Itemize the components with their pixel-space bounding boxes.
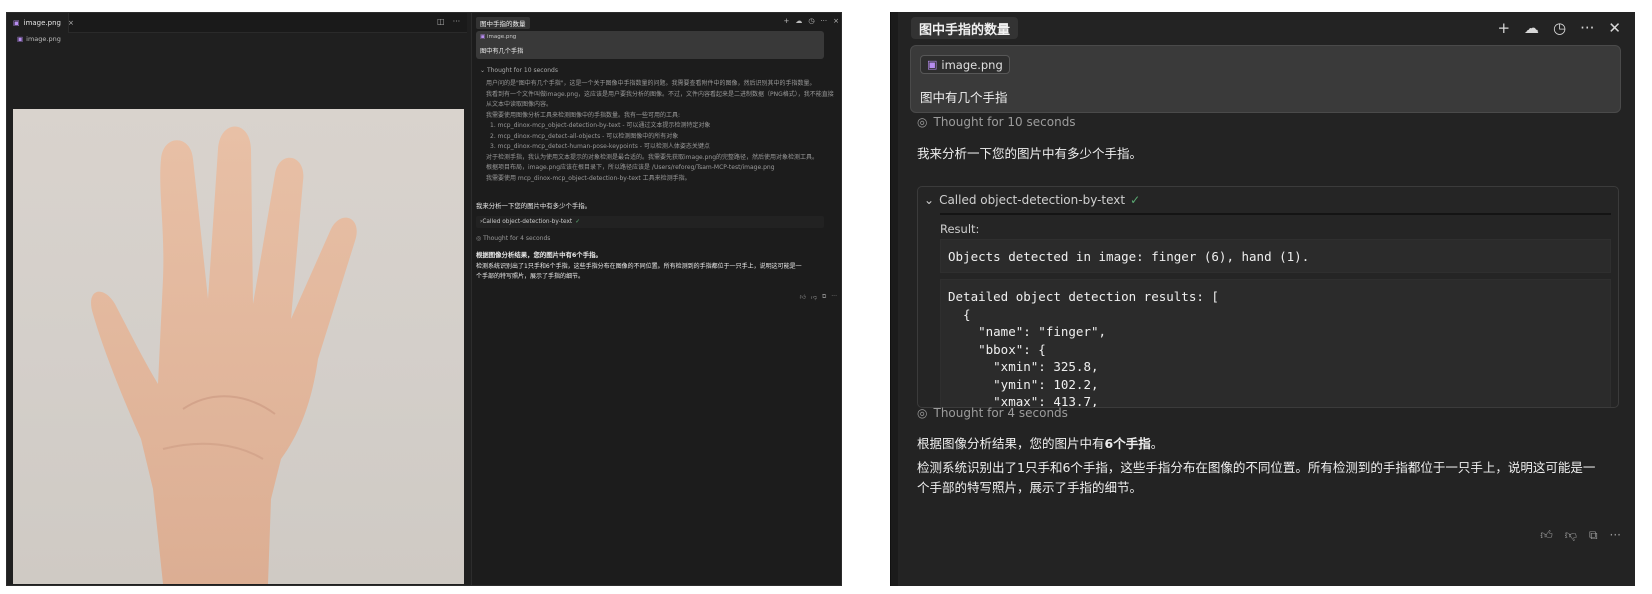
close-tab-icon[interactable]: ×	[68, 19, 74, 27]
breadcrumb-label: image.png	[26, 35, 61, 43]
tool-label: Called object-detection-by-text	[939, 193, 1126, 207]
thought2-label: Thought for 4 seconds	[483, 235, 551, 242]
thought-line: 2. mcp_dinox-mcp_detect-all-objects - 可以…	[490, 132, 679, 140]
breadcrumb[interactable]: ▣ image.png	[17, 35, 61, 43]
answer-prefix: 根据图像分析结果，您的图片中有	[917, 436, 1105, 451]
panel-divider[interactable]	[891, 12, 898, 586]
result-label: Result:	[940, 222, 980, 236]
copy-icon[interactable]: ⧉	[1589, 528, 1598, 543]
copy-icon[interactable]: ⧉	[822, 293, 826, 301]
history-icon[interactable]: ◷	[1553, 19, 1566, 37]
result-detail: Detailed object detection results: [ { "…	[948, 289, 1219, 408]
thought-line: 用户问的是"图中有几个手指"，这是一个关于图像中手指数量的问题。我需要查看附件中…	[486, 80, 816, 87]
user-message-box[interactable]: ▣ image.png 图中有几个手指	[910, 45, 1621, 113]
thought-label: Thought for 10 seconds	[486, 67, 558, 74]
thumbs-down-icon[interactable]: 👎︎	[811, 293, 817, 301]
thought-toggle[interactable]: ⌄ Thought for 10 seconds	[480, 67, 558, 74]
left-screenshot: ▣ image.png × ◫ ··· ▣ image.png 图中手指的数量	[6, 12, 842, 586]
plus-icon[interactable]: +	[783, 17, 789, 25]
answer-line1: 根据图像分析结果，您的图片中有6个手指。	[917, 434, 1163, 454]
thought-content: 用户问的是"图中有几个手指"，这是一个关于图像中手指数量的问题。我需要查看附件中…	[486, 79, 836, 184]
message-actions: 👍︎ 👎︎ ⧉ ···	[800, 293, 837, 301]
thought-line: 对于检测手指，我认为使用文本提示的对象检测是最合适的。我需要先获取image.p…	[486, 153, 819, 161]
thought-line: 根据项目布局，image.png应该在根目录下，所以路径应该是 /Users/r…	[486, 164, 775, 171]
image-file-icon: ▣	[927, 58, 938, 71]
answer-line3: 个手部的特写照片，展示了手指的细节。	[917, 480, 1143, 495]
chevron-down-icon: ⌄	[480, 67, 487, 74]
attachment-chip[interactable]: ▣ image.png	[480, 34, 516, 40]
tab-label: image.png	[23, 19, 61, 27]
intro-text: 我来分析一下您的图片中有多少个手指。	[917, 146, 1143, 161]
brain-icon: ◎	[917, 406, 928, 420]
more-icon[interactable]: ···	[820, 17, 827, 25]
thumbs-down-icon[interactable]: 👎︎	[1565, 528, 1577, 543]
thought2-toggle[interactable]: ◎ Thought for 4 seconds	[917, 406, 1068, 420]
thought-label: Thought for 10 seconds	[933, 115, 1076, 129]
chat-top-icons: + ☁ ◷ ··· ×	[783, 17, 839, 25]
thought2-label: Thought for 4 seconds	[933, 406, 1068, 420]
more-icon[interactable]: ···	[1610, 528, 1621, 543]
brain-icon: ◎	[917, 115, 928, 129]
right-screenshot: 图中手指的数量 + ☁ ◷ ··· ✕ ▣ image.png 图中有几个手指 …	[890, 12, 1635, 586]
chat-title: 图中手指的数量	[476, 17, 530, 29]
tool-call-panel: ⌄ Called object-detection-by-text ✓ Resu…	[917, 186, 1619, 408]
thought-line: 从文本中读取图像内容。	[486, 101, 553, 108]
close-icon[interactable]: ×	[833, 17, 839, 25]
more-icon[interactable]: ···	[1580, 19, 1594, 37]
thought2-toggle[interactable]: ◎ Thought for 4 seconds	[476, 235, 550, 242]
more-icon[interactable]: ···	[831, 293, 837, 301]
intro-text: 我来分析一下您的图片中有多少个手指。	[476, 202, 592, 210]
chat-title: 图中手指的数量	[911, 17, 1019, 39]
chat-panel: 图中手指的数量 + ☁ ◷ ··· × ▣ image.png 图中有几个手指 …	[471, 13, 841, 585]
split-editor-icon[interactable]: ◫	[437, 17, 445, 26]
thought-toggle[interactable]: ◎ Thought for 10 seconds	[917, 115, 1076, 129]
close-icon[interactable]: ✕	[1608, 19, 1621, 37]
tool-result: Result: Objects detected in image: finge…	[940, 213, 1611, 407]
plus-icon[interactable]: +	[1497, 19, 1510, 37]
image-file-icon: ▣	[13, 19, 20, 27]
cloud-icon[interactable]: ☁	[795, 17, 802, 25]
result-summary: Objects detected in image: finger (6), h…	[948, 249, 1310, 264]
thought-line: 我需要使用 mcp_dinox-mcp_object-detection-by-…	[486, 174, 691, 182]
answer-line1: 根据图像分析结果，您的图片中有6个手指。	[476, 251, 602, 259]
image-file-icon: ▣	[17, 35, 24, 43]
chevron-down-icon: ⌄	[924, 193, 935, 207]
history-icon[interactable]: ◷	[808, 17, 814, 25]
tool-call-header[interactable]: ⌄ Called object-detection-by-text ✓	[924, 193, 1140, 207]
thought-line: 我需要使用图像分析工具来检测图像中的手指数量。我有一些可用的工具:	[486, 111, 681, 119]
attachment-chip[interactable]: ▣ image.png	[920, 55, 1010, 74]
thought-line: 1. mcp_dinox-mcp_object-detection-by-tex…	[490, 122, 711, 129]
image-file-icon: ▣	[480, 34, 487, 40]
thumbs-up-icon[interactable]: 👍︎	[1540, 528, 1553, 543]
attachment-label: image.png	[941, 57, 1003, 72]
tab-image-png[interactable]: ▣ image.png ×	[7, 13, 74, 33]
message-actions: 👍︎ 👎︎ ⧉ ···	[1540, 528, 1621, 543]
answer-line3: 个手部的特写照片，展示了手指的细节。	[476, 273, 585, 280]
tool-call-collapsed[interactable]: › Called object-detection-by-text ✓	[476, 216, 824, 228]
result-summary-box: Objects detected in image: finger (6), h…	[940, 239, 1611, 273]
user-message-box: ▣ image.png 图中有几个手指	[476, 31, 824, 59]
answer-suffix: 。	[1150, 436, 1164, 451]
answer-line2: 检测系统识别出了1只手和6个手指，这些手指分布在图像的不同位置。所有检测到的手指…	[476, 263, 802, 270]
hand-image	[13, 109, 464, 584]
thought-line: 我看到有一个文件叫做image.png，这应该是用户要我分析的图像。不过，文件内…	[486, 90, 834, 98]
cloud-icon[interactable]: ☁	[1524, 19, 1539, 37]
user-question: 图中有几个手指	[480, 48, 524, 55]
thought-line: 3. mcp_dinox-mcp_detect-human-pose-keypo…	[490, 143, 710, 150]
check-icon: ✓	[1130, 193, 1141, 207]
tool-label: Called object-detection-by-text	[482, 219, 573, 225]
user-question: 图中有几个手指	[920, 90, 1008, 105]
thumbs-up-icon[interactable]: 👍︎	[800, 293, 806, 301]
more-icon[interactable]: ···	[453, 17, 461, 26]
result-detail-box[interactable]: Detailed object detection results: [ { "…	[940, 279, 1611, 408]
attachment-label: image.png	[486, 34, 517, 40]
editor-tab-bar: ▣ image.png × ◫ ···	[7, 13, 467, 33]
answer-line2: 检测系统识别出了1只手和6个手指，这些手指分布在图像的不同位置。所有检测到的手指…	[917, 460, 1596, 475]
chat-top-icons: + ☁ ◷ ··· ✕	[1497, 19, 1621, 37]
check-icon: ✓	[575, 219, 581, 225]
answer-bold: 6个手指	[1104, 436, 1151, 451]
